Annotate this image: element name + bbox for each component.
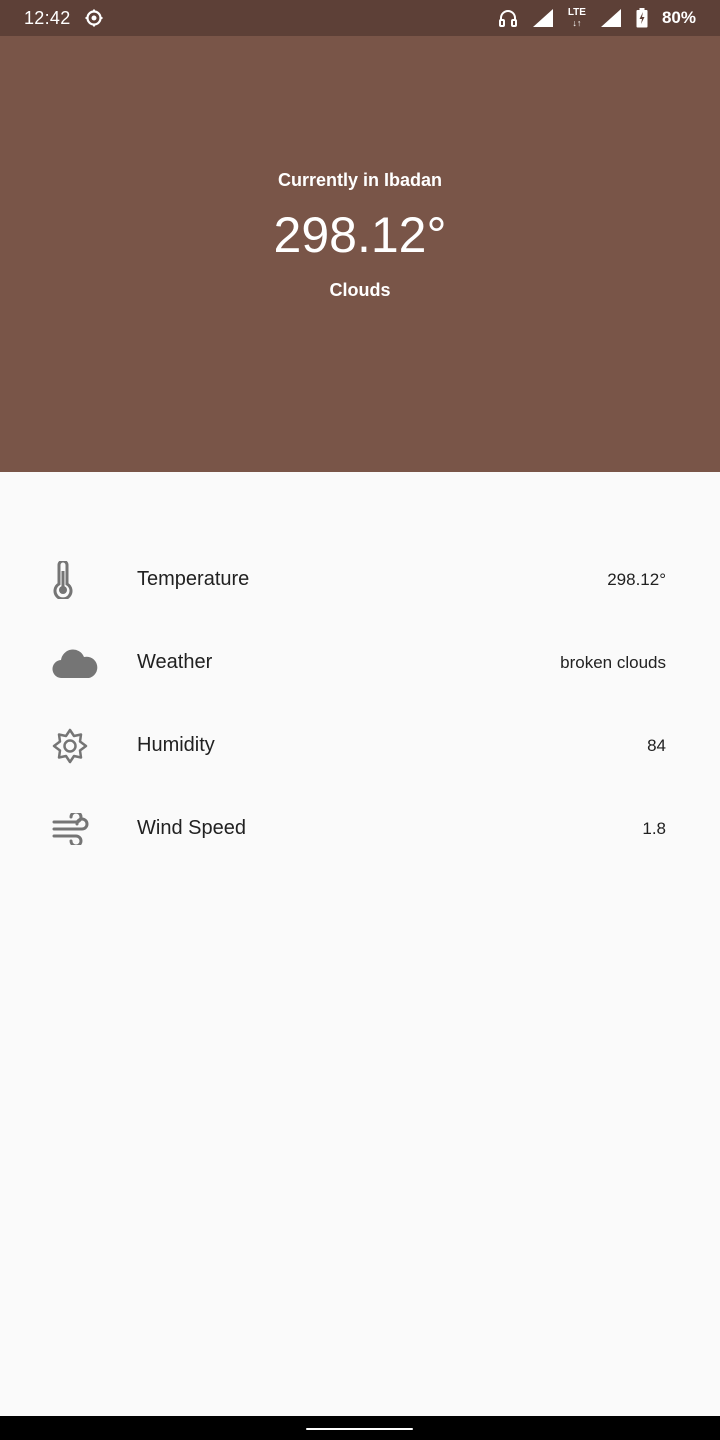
home-handle[interactable] bbox=[306, 1428, 413, 1430]
battery-percent: 80% bbox=[661, 8, 696, 27]
list-item-wind-speed[interactable]: Wind Speed 1.8 bbox=[0, 787, 720, 870]
signal-icon-secondary bbox=[600, 8, 622, 28]
status-bar: 12:42 LTE ↓↑ 80% bbox=[0, 0, 720, 36]
row-label: Temperature bbox=[137, 568, 250, 590]
weather-header: Currently in Ibadan 298.12° Clouds bbox=[0, 36, 720, 472]
navigation-bar bbox=[0, 1416, 720, 1440]
weather-details-list: Temperature 298.12° Weather broken cloud… bbox=[0, 538, 720, 870]
thermometer-icon bbox=[52, 560, 100, 600]
sun-icon bbox=[52, 726, 100, 766]
location-label: Currently in Ibadan bbox=[277, 170, 443, 190]
row-value: 84 bbox=[647, 735, 666, 755]
list-item-temperature[interactable]: Temperature 298.12° bbox=[0, 538, 720, 621]
row-value: 298.12° bbox=[607, 569, 666, 589]
row-label: Weather bbox=[137, 651, 213, 673]
signal-icon bbox=[532, 8, 554, 28]
data-arrows-icon: ↓↑ bbox=[572, 18, 582, 28]
cloud-icon bbox=[52, 643, 100, 683]
battery-charging-icon bbox=[636, 8, 648, 28]
list-item-weather[interactable]: Weather broken clouds bbox=[0, 621, 720, 704]
row-label: Wind Speed bbox=[137, 817, 246, 839]
list-item-humidity[interactable]: Humidity 84 bbox=[0, 704, 720, 787]
current-temperature: 298.12° bbox=[273, 207, 447, 263]
row-label: Humidity bbox=[137, 734, 215, 756]
wind-icon bbox=[52, 809, 100, 849]
status-time: 12:42 bbox=[24, 7, 71, 28]
weather-condition: Clouds bbox=[329, 280, 391, 300]
row-value: 1.8 bbox=[642, 818, 666, 838]
row-value: broken clouds bbox=[560, 652, 666, 672]
lte-indicator: LTE ↓↑ bbox=[567, 7, 586, 28]
sync-icon bbox=[85, 9, 103, 27]
headphones-icon bbox=[498, 8, 518, 28]
